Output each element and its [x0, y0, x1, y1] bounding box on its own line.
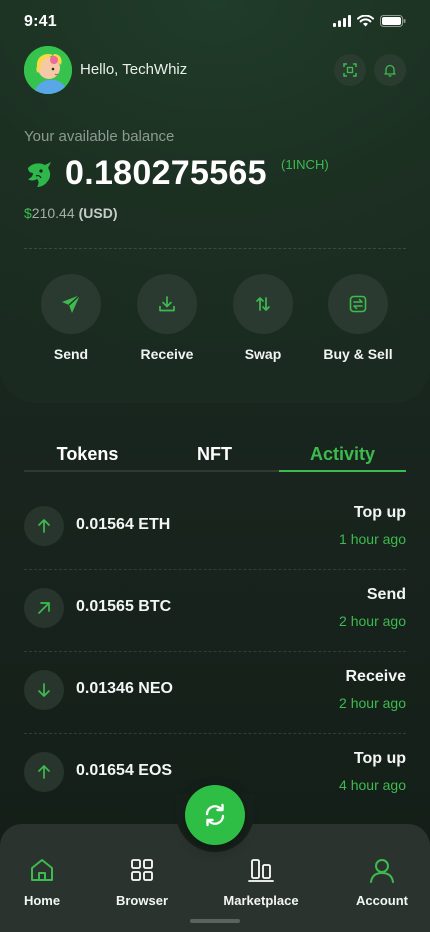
nav-account-icon-wrap — [350, 855, 414, 885]
home-icon — [31, 859, 53, 881]
nav-home-icon-wrap — [12, 855, 72, 885]
activity-amount: 0.01564 ETH — [76, 516, 171, 533]
grid-icon — [131, 859, 153, 881]
arrow-up-icon — [38, 765, 50, 779]
tab-activity[interactable]: Activity — [279, 444, 406, 465]
status-icons — [333, 15, 406, 27]
activity-time: 4 hour ago — [339, 777, 406, 793]
avatar[interactable] — [24, 46, 72, 94]
activity-icon-circle — [24, 506, 64, 546]
usd-value: 210.44 — [31, 205, 75, 221]
status-bar: 9:41 — [0, 0, 430, 44]
activity-type: Receive — [345, 668, 407, 685]
receive-circle[interactable] — [137, 274, 197, 334]
activity-amount: 0.01565 BTC — [76, 598, 172, 615]
nav-marketplace-icon-wrap — [216, 855, 306, 885]
balance-unit: (1INCH) — [281, 157, 329, 172]
buy-sell-circle[interactable] — [328, 274, 388, 334]
scan-button[interactable] — [334, 54, 366, 86]
activity-type: Send — [366, 586, 406, 603]
nav-account[interactable]: Account — [350, 855, 414, 908]
nav-home[interactable]: Home — [12, 855, 72, 908]
send-circle[interactable] — [41, 274, 101, 334]
send-label: Send — [53, 346, 89, 362]
quick-swap-button[interactable] — [185, 785, 245, 845]
nav-browser[interactable]: Browser — [107, 855, 177, 908]
activity-time: 2 hour ago — [339, 695, 406, 711]
activity-time: 1 hour ago — [339, 531, 406, 547]
buy-sell-action-button[interactable]: Buy & Sell — [303, 274, 413, 362]
usd-code: (USD) — [78, 205, 118, 221]
arrow-up-right-icon — [38, 602, 50, 614]
balance-amount: 0.180275565 — [65, 154, 267, 192]
marketplace-icon — [248, 859, 274, 882]
activity-amount: 0.01346 NEO — [76, 680, 173, 697]
activity-icon-circle — [24, 670, 64, 710]
balance-label: Your available balance — [24, 128, 175, 145]
home-indicator — [190, 919, 240, 923]
send-action-button[interactable]: Send — [16, 274, 126, 362]
swap-arrows-icon — [256, 297, 270, 311]
exchange-icon — [349, 295, 367, 313]
bell-icon — [384, 64, 396, 77]
tab-nft[interactable]: NFT — [151, 444, 278, 465]
balance-card: 9:41 Hello, TechWhiz Your available bala… — [0, 0, 430, 403]
activity-amount: 0.01654 EOS — [76, 762, 173, 779]
battery-icon — [380, 15, 406, 27]
tab-bar: Tokens NFT Activity — [24, 440, 406, 472]
wallet-screen: 9:41 Hello, TechWhiz Your available bala… — [0, 0, 430, 932]
nav-browser-icon-wrap — [107, 855, 177, 885]
nav-account-label: Account — [356, 893, 408, 908]
usd-balance: $210.44 (USD) — [24, 205, 118, 221]
receive-label: Receive — [140, 346, 194, 362]
divider — [24, 248, 406, 249]
activity-row[interactable]: 0.01564 ETH Top up 1 hour ago — [24, 488, 406, 570]
activity-time: 2 hour ago — [339, 613, 406, 629]
receive-action-button[interactable]: Receive — [112, 274, 222, 362]
refresh-arrows-icon — [205, 803, 225, 827]
wifi-icon — [357, 15, 374, 27]
activity-row[interactable]: 0.01565 BTC Send 2 hour ago — [24, 570, 406, 652]
arrow-down-icon — [38, 683, 50, 697]
activity-icon-circle — [24, 752, 64, 792]
swap-label: Swap — [244, 346, 282, 362]
usd-symbol: $ — [24, 205, 32, 221]
nav-marketplace-label: Marketplace — [223, 893, 299, 908]
download-icon — [159, 296, 175, 312]
swap-circle[interactable] — [233, 274, 293, 334]
avatar-illustration-icon — [24, 46, 72, 94]
notifications-button[interactable] — [374, 54, 406, 86]
scan-icon — [343, 63, 357, 77]
activity-type: Top up — [353, 750, 406, 767]
activity-type: Top up — [353, 504, 406, 521]
active-tab-indicator — [279, 470, 406, 472]
status-time: 9:41 — [24, 13, 57, 30]
activity-icon-circle — [24, 588, 64, 628]
nav-home-label: Home — [23, 893, 61, 908]
arrow-up-icon — [38, 519, 50, 533]
buy-sell-label: Buy & Sell — [323, 346, 393, 362]
activity-row[interactable]: 0.01346 NEO Receive 2 hour ago — [24, 652, 406, 734]
1inch-unicorn-icon — [28, 162, 51, 187]
swap-action-button[interactable]: Swap — [208, 274, 318, 362]
nav-marketplace[interactable]: Marketplace — [216, 855, 306, 908]
send-icon — [62, 294, 81, 313]
tab-tokens[interactable]: Tokens — [24, 444, 151, 465]
cellular-signal-icon — [333, 15, 351, 27]
greeting-text: Hello, TechWhiz — [80, 61, 188, 78]
user-icon — [370, 859, 394, 883]
nav-browser-label: Browser — [115, 893, 169, 908]
